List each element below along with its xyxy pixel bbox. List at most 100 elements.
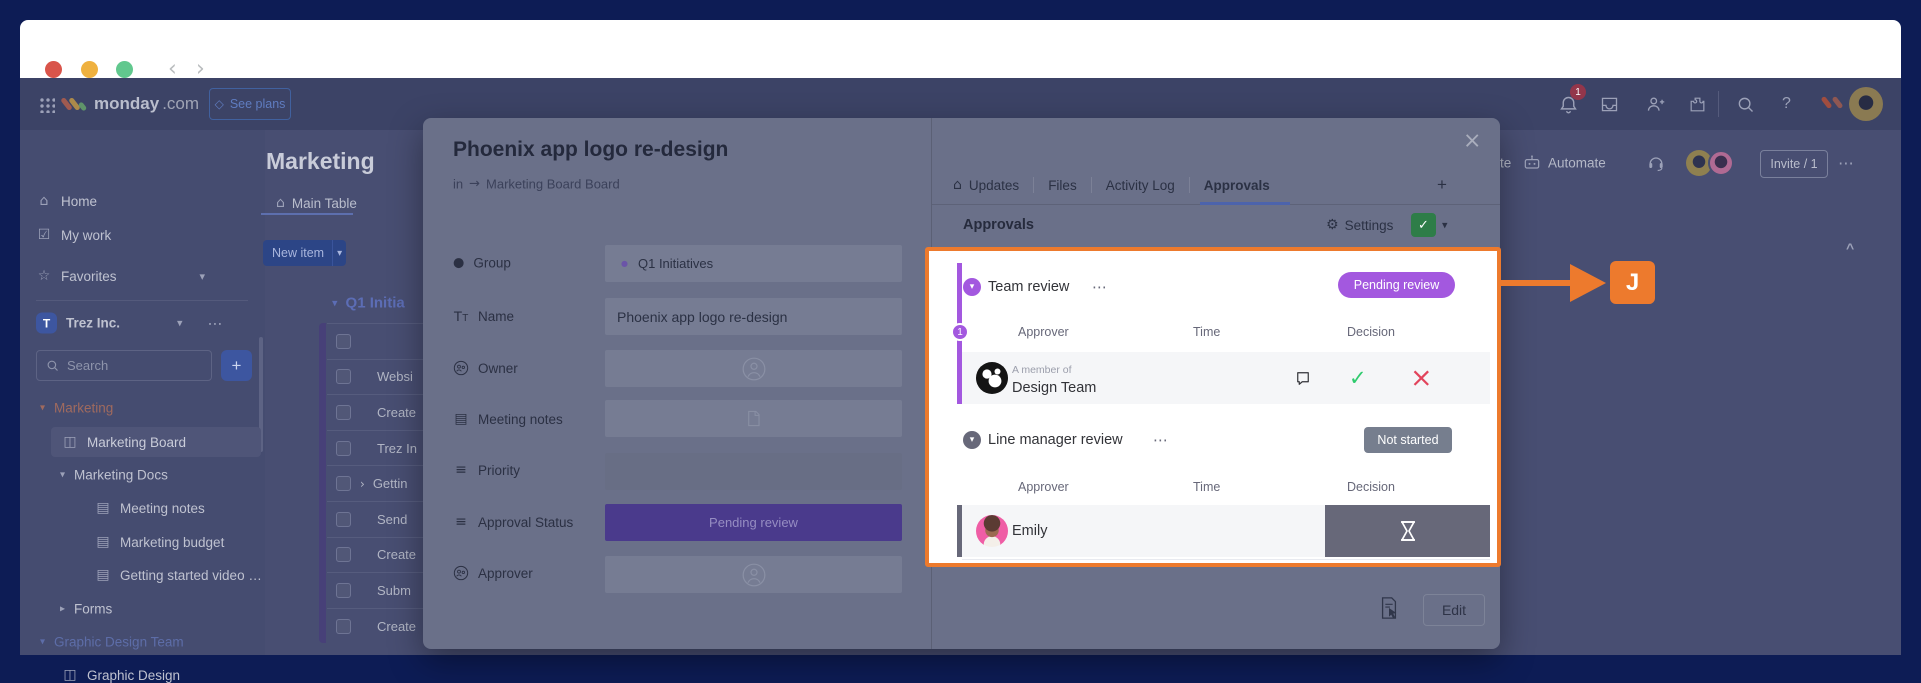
automate-button[interactable]: Automate bbox=[1548, 156, 1606, 171]
people-icon bbox=[453, 565, 469, 581]
help-icon[interactable]: ? bbox=[1782, 95, 1791, 113]
breadcrumb[interactable]: in → Marketing Board Board bbox=[453, 177, 620, 192]
monday-logo[interactable]: monday .com bbox=[64, 94, 199, 114]
row-label: Websi bbox=[377, 369, 413, 384]
collapse-step-button[interactable]: ▾ bbox=[963, 278, 981, 296]
field-value-approval-status[interactable]: Pending review bbox=[605, 504, 902, 541]
search-icon bbox=[45, 358, 60, 373]
chevron-down-icon[interactable]: ▾ bbox=[1442, 219, 1448, 232]
approvals-settings-button[interactable]: ⚙ Settings bbox=[1326, 217, 1393, 233]
user-avatar[interactable] bbox=[1849, 87, 1883, 121]
sidebar-item-getting-started[interactable]: ▤ Getting started video … bbox=[95, 567, 262, 583]
workspace-switcher[interactable]: T Trez Inc. ▾ ⋯ bbox=[36, 313, 223, 334]
monday-mark-icon bbox=[1824, 96, 1840, 112]
chevron-down-icon: ▾ bbox=[332, 297, 338, 310]
field-value-meeting-notes[interactable] bbox=[605, 400, 902, 437]
apps-marketplace-icon[interactable] bbox=[1688, 95, 1707, 114]
chevron-down-icon: ▾ bbox=[60, 470, 65, 481]
chevron-down-icon: ▾ bbox=[970, 435, 975, 445]
row-checkbox[interactable] bbox=[336, 334, 351, 349]
row-checkbox[interactable] bbox=[336, 583, 351, 598]
breadcrumb-board[interactable]: Marketing Board Board bbox=[486, 177, 620, 192]
tab-updates[interactable]: Updates bbox=[969, 178, 1019, 193]
sidebar-item-marketing-board[interactable]: ◫ Marketing Board bbox=[62, 434, 186, 450]
row-label: Create bbox=[377, 547, 416, 562]
approval-log-icon[interactable] bbox=[1378, 596, 1400, 620]
approver-avatar bbox=[976, 515, 1008, 547]
minimize-window-icon[interactable] bbox=[81, 61, 98, 78]
integrate-label-fragment[interactable]: te bbox=[1500, 156, 1511, 171]
board-icon: ◫ bbox=[62, 667, 78, 683]
sidebar-item-marketing-budget[interactable]: ▤ Marketing budget bbox=[95, 534, 224, 550]
board-menu-icon[interactable]: ⋯ bbox=[1838, 154, 1854, 173]
field-value-group[interactable]: ● Q1 Initiatives bbox=[605, 245, 902, 282]
maximize-window-icon[interactable] bbox=[116, 61, 133, 78]
sidebar-item-home[interactable]: ⌂ Home bbox=[36, 193, 97, 209]
field-value-approver[interactable] bbox=[605, 556, 902, 593]
expand-subitems-icon[interactable]: › bbox=[360, 477, 365, 491]
inbox-tray-icon[interactable] bbox=[1599, 94, 1620, 115]
sidebar-item-graphic-design[interactable]: ◫ Graphic Design bbox=[62, 667, 180, 683]
tab-files[interactable]: Files bbox=[1048, 178, 1077, 193]
row-checkbox[interactable] bbox=[336, 619, 351, 634]
row-checkbox[interactable] bbox=[336, 476, 351, 491]
people-icon bbox=[453, 360, 469, 376]
annotation-arrow-line bbox=[1501, 280, 1573, 286]
apps-grid-icon[interactable] bbox=[38, 96, 55, 113]
diamond-icon: ◇ bbox=[215, 97, 224, 111]
tab-main-table[interactable]: ⌂ Main Table bbox=[276, 195, 357, 211]
sidebar-item-my-work[interactable]: ☑ My work bbox=[36, 227, 111, 243]
check-icon: ✓ bbox=[1418, 218, 1429, 233]
workspace-section-graphic-design-team[interactable]: ▾ Graphic Design Team bbox=[40, 635, 184, 650]
step-menu-icon[interactable]: ⋯ bbox=[1092, 278, 1107, 296]
sidebar-search-input[interactable]: Search bbox=[36, 350, 212, 381]
sidebar-item-marketing-docs[interactable]: ▾ Marketing Docs bbox=[60, 468, 168, 483]
field-value-name[interactable]: Phoenix app logo re-design bbox=[605, 298, 902, 335]
marketing-budget-label: Marketing budget bbox=[120, 535, 224, 550]
tab-approvals[interactable]: Approvals bbox=[1204, 178, 1270, 193]
reject-icon[interactable]: × bbox=[1410, 363, 1433, 394]
tab-activity-log[interactable]: Activity Log bbox=[1106, 178, 1175, 193]
close-window-icon[interactable] bbox=[45, 61, 62, 78]
home-icon: ⌂ bbox=[953, 177, 962, 193]
field-value-priority[interactable] bbox=[605, 453, 902, 490]
row-checkbox[interactable] bbox=[336, 369, 351, 384]
field-label-text: Owner bbox=[478, 361, 518, 376]
see-plans-button[interactable]: ◇ See plans bbox=[209, 88, 291, 120]
field-label-priority: ≡ Priority bbox=[453, 462, 520, 478]
sidebar-item-forms[interactable]: ▸ Forms bbox=[60, 602, 112, 617]
new-item-button[interactable]: New item ▾ bbox=[263, 240, 346, 266]
approve-checkbox-button[interactable]: ✓ bbox=[1411, 213, 1436, 237]
row-label: Send bbox=[377, 512, 407, 527]
add-board-button[interactable]: + bbox=[221, 350, 252, 381]
row-checkbox[interactable] bbox=[336, 512, 351, 527]
sidebar-item-meeting-notes[interactable]: ▤ Meeting notes bbox=[95, 500, 205, 516]
invite-button[interactable]: Invite / 1 bbox=[1760, 150, 1828, 178]
row-checkbox[interactable] bbox=[336, 547, 351, 562]
scroll-top-icon[interactable]: ^ bbox=[1846, 240, 1854, 256]
step-menu-icon[interactable]: ⋯ bbox=[1153, 431, 1168, 449]
column-header-approver: Approver bbox=[1018, 480, 1069, 494]
sidebar-item-favorites[interactable]: ☆ Favorites ▾ bbox=[36, 268, 205, 284]
doc-placeholder-icon bbox=[744, 409, 763, 428]
field-value-owner[interactable] bbox=[605, 350, 902, 387]
workspace-menu-icon[interactable]: ⋯ bbox=[208, 314, 223, 332]
row-checkbox[interactable] bbox=[336, 405, 351, 420]
field-label-text: Approval Status bbox=[478, 515, 573, 530]
search-icon[interactable] bbox=[1735, 94, 1756, 115]
group-header-q1-initiatives[interactable]: ▾ Q1 Initia bbox=[332, 295, 405, 312]
edit-button[interactable]: Edit bbox=[1423, 594, 1485, 626]
support-headset-icon[interactable] bbox=[1646, 153, 1666, 173]
add-tab-icon[interactable]: + bbox=[1437, 175, 1447, 195]
invite-members-icon[interactable] bbox=[1645, 94, 1666, 115]
comment-bubble-icon[interactable] bbox=[1294, 369, 1312, 387]
member-avatar[interactable] bbox=[1708, 150, 1734, 176]
workspace-section-marketing[interactable]: ▾ Marketing bbox=[40, 401, 113, 416]
home-icon: ⌂ bbox=[276, 195, 285, 211]
collapse-step-button[interactable]: ▾ bbox=[963, 431, 981, 449]
approve-icon[interactable]: ✓ bbox=[1349, 366, 1367, 390]
row-checkbox[interactable] bbox=[336, 441, 351, 456]
marketing-board-label: Marketing Board bbox=[87, 435, 186, 450]
close-icon[interactable]: × bbox=[1463, 129, 1481, 154]
main-table-label: Main Table bbox=[292, 196, 357, 211]
